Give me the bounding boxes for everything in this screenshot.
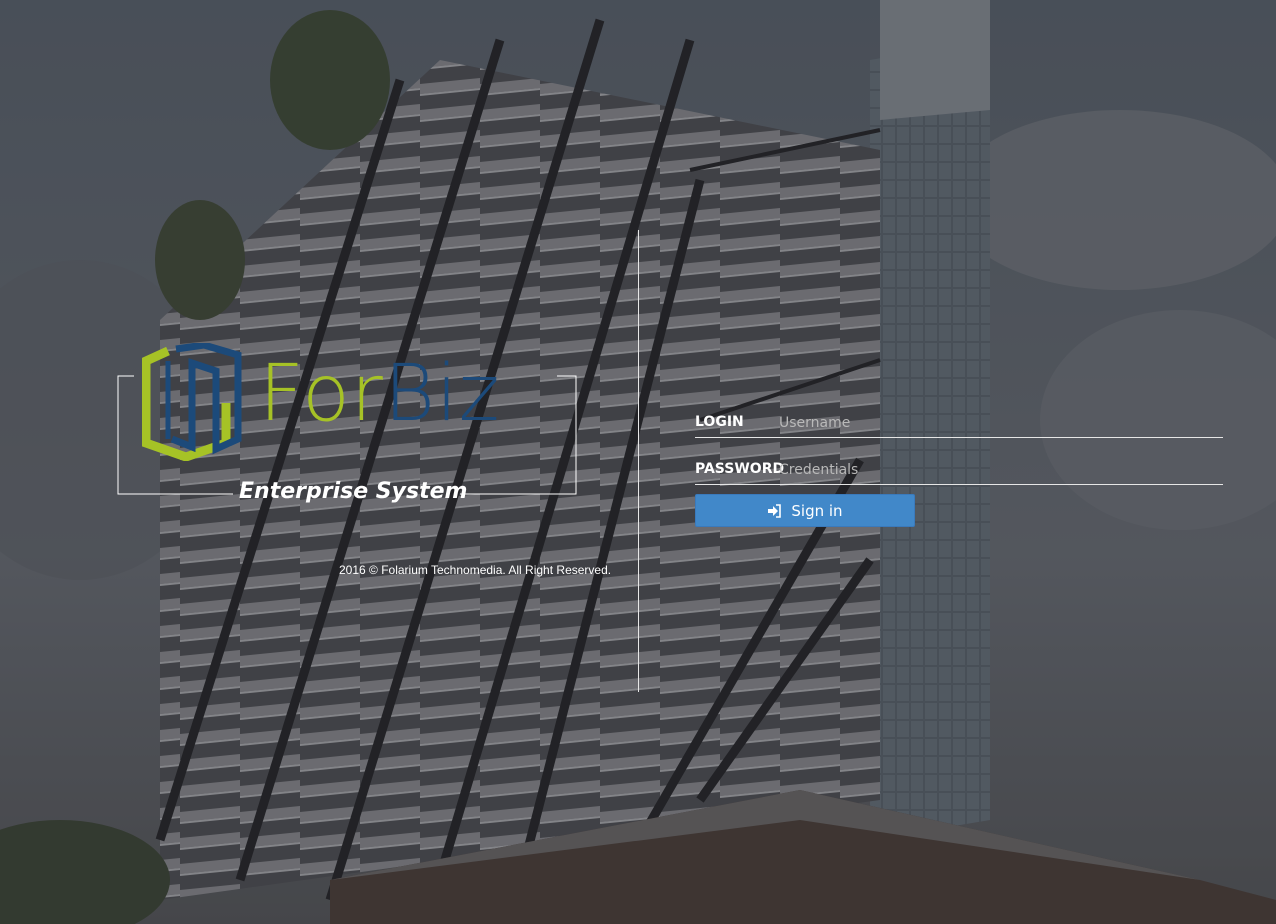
sign-in-button[interactable]: Sign in [695, 494, 915, 527]
copyright-text: 2016 © Folarium Technomedia. All Right R… [339, 563, 612, 577]
brand-word-for: For [259, 349, 384, 439]
password-input[interactable] [779, 458, 1223, 478]
password-label: PASSWORD [695, 461, 785, 477]
sign-in-icon [768, 503, 782, 518]
login-form: LOGIN PASSWORD Sign in [695, 405, 1223, 527]
username-field-row: LOGIN [695, 405, 1223, 438]
vertical-divider [638, 230, 639, 692]
login-label: LOGIN [695, 414, 744, 430]
brand-subtitle: Enterprise System [239, 479, 468, 504]
brand-logo-block: ForBiz Enterprise System [117, 343, 577, 504]
sign-in-label: Sign in [791, 501, 843, 520]
brand-word-biz: Biz [383, 349, 501, 439]
forbiz-logo-icon [142, 343, 242, 461]
password-field-row: PASSWORD [695, 452, 1223, 485]
brand-wordmark: ForBiz [259, 355, 501, 433]
username-input[interactable] [779, 411, 1223, 431]
login-page: ForBiz Enterprise System 2016 © Folarium… [0, 0, 1276, 924]
